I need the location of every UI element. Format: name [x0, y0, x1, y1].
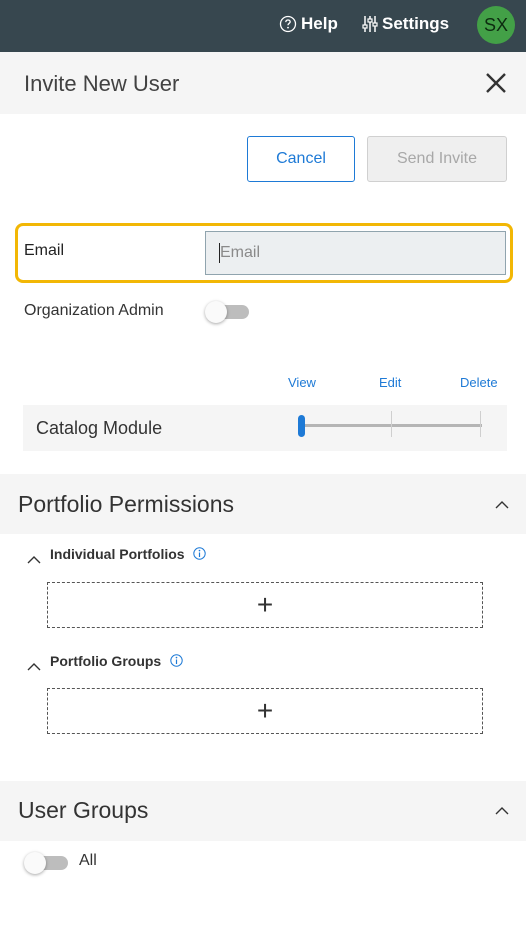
panel-title: Invite New User — [24, 71, 180, 96]
level-label-delete: Delete — [460, 375, 498, 390]
portfolio-permissions-title: Portfolio Permissions — [18, 491, 235, 517]
help-circle-icon — [279, 15, 297, 33]
individual-portfolios-label: Individual Portfolios — [50, 546, 207, 562]
close-icon[interactable] — [484, 71, 508, 95]
help-link[interactable]: Help — [279, 14, 338, 34]
slider-tick-delete — [480, 411, 481, 437]
org-admin-toggle[interactable] — [205, 301, 249, 323]
individual-portfolios-text: Individual Portfolios — [50, 546, 185, 562]
chevron-up-icon[interactable] — [494, 497, 510, 513]
email-input[interactable] — [205, 231, 506, 275]
user-groups-title: User Groups — [18, 797, 149, 823]
catalog-module-label: Catalog Module — [36, 418, 163, 438]
text-caret — [219, 243, 220, 263]
info-icon[interactable] — [170, 654, 183, 667]
add-individual-portfolio-button[interactable]: + — [47, 582, 483, 628]
level-label-edit: Edit — [379, 375, 402, 390]
toggle-knob — [24, 852, 46, 874]
settings-sliders-icon — [362, 16, 378, 32]
portfolio-groups-text: Portfolio Groups — [50, 653, 162, 669]
settings-label: Settings — [382, 14, 450, 33]
user-groups-all-toggle[interactable] — [24, 852, 68, 874]
email-label: Email — [24, 242, 65, 259]
toggle-knob — [205, 301, 227, 323]
org-admin-label: Organization Admin — [24, 302, 164, 319]
chevron-up-icon[interactable] — [26, 659, 42, 675]
top-bar: Help Settings SX — [0, 0, 526, 52]
cancel-button[interactable]: Cancel — [247, 136, 355, 182]
send-invite-button[interactable]: Send Invite — [367, 136, 507, 182]
chevron-up-icon[interactable] — [494, 803, 510, 819]
avatar[interactable]: SX — [477, 6, 515, 44]
help-label: Help — [301, 14, 338, 33]
chevron-up-icon[interactable] — [26, 552, 42, 568]
permission-slider-thumb[interactable] — [298, 415, 305, 437]
all-groups-label: All — [79, 852, 97, 869]
add-portfolio-group-button[interactable]: + — [47, 688, 483, 734]
portfolio-groups-label: Portfolio Groups — [50, 653, 183, 669]
info-icon[interactable] — [193, 547, 207, 560]
level-label-view: View — [288, 375, 316, 390]
settings-link[interactable]: Settings — [362, 14, 449, 34]
slider-tick-edit — [391, 411, 392, 437]
